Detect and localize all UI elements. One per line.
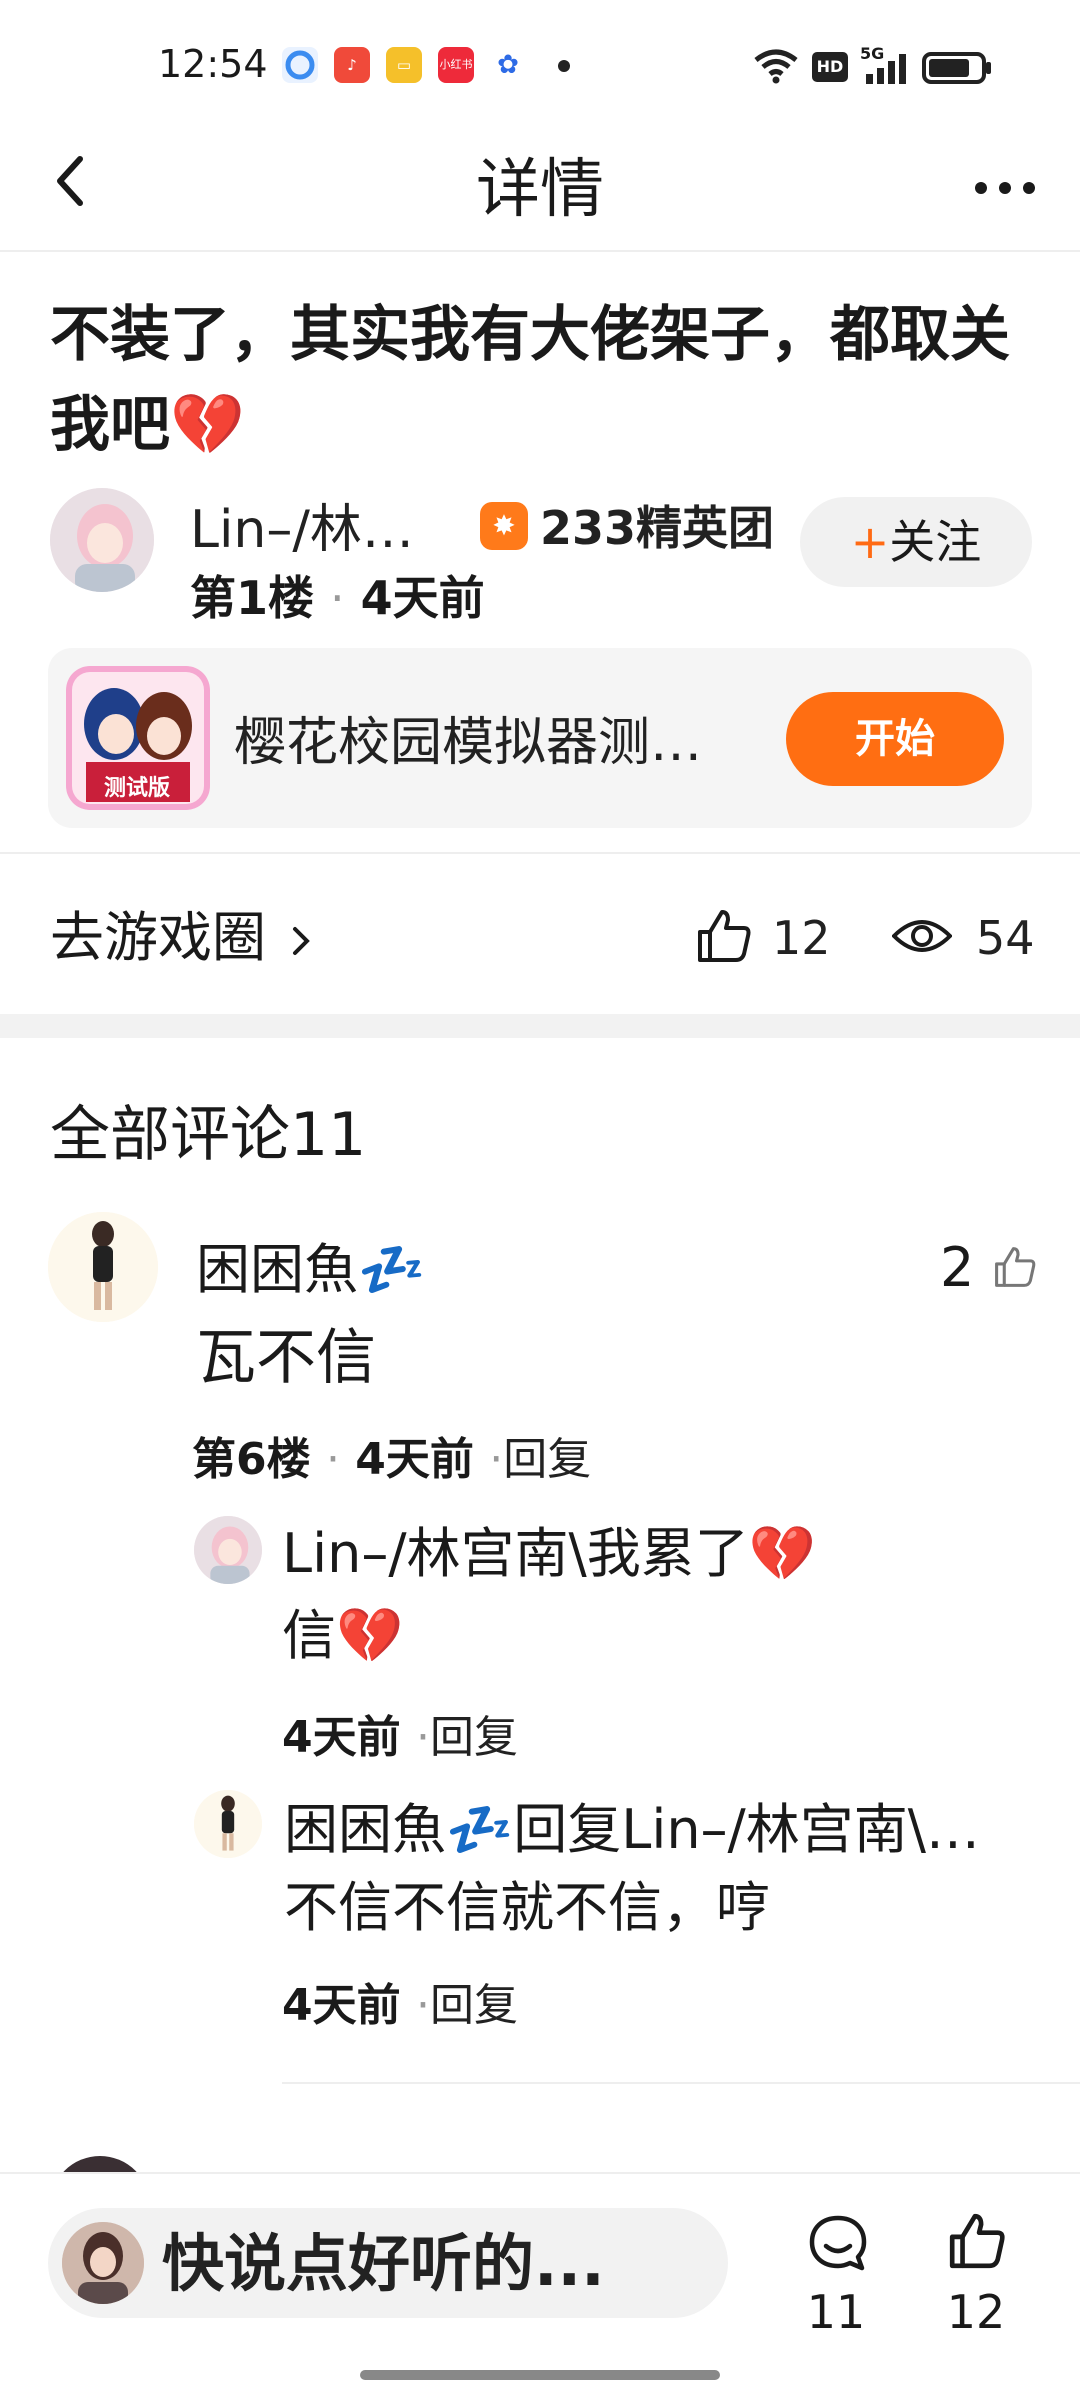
post-floor: 第1楼 — [190, 571, 315, 625]
comment-text: 瓦不信 — [196, 1323, 376, 1393]
more-icon — [975, 182, 1035, 194]
reply-meta: 4天前 ·回复 — [282, 1706, 518, 1770]
separator: · — [415, 1712, 430, 1763]
post-title: 不装了，其实我有大佬架子，都取关我吧💔 — [50, 300, 1010, 460]
status-time: 12:54 — [158, 42, 268, 86]
comment-bubble-icon[interactable] — [806, 2212, 870, 2276]
plus-icon: + — [850, 515, 890, 569]
separator: · — [489, 1434, 504, 1485]
post-meta: 第1楼 · 4天前 — [190, 566, 485, 630]
comment-floor: 第6楼 — [192, 1434, 311, 1485]
page-title: 详情 — [476, 153, 604, 227]
game-icon-label: 测试版 — [104, 776, 171, 801]
author-avatar[interactable] — [50, 488, 154, 592]
reply-time: 4天前 — [282, 1712, 401, 1763]
comment-author[interactable]: 困困魚💤 — [196, 1230, 425, 1310]
separator: · — [325, 1434, 340, 1485]
follow-button[interactable]: +关注 — [800, 497, 1032, 587]
comment-like-button[interactable]: 2 — [940, 1228, 1038, 1308]
badge-label: 233精英团 — [540, 501, 775, 555]
chevron-right-icon — [293, 927, 311, 956]
baidu-icon: ✿ — [490, 47, 526, 83]
reply-text-continued: 信💔 — [282, 1604, 404, 1667]
comment-meta: 第6楼 · 4天前 ·回复 — [192, 1428, 591, 1492]
post-time: 4天前 — [360, 571, 485, 625]
my-avatar — [62, 2222, 144, 2304]
hd-icon: HD — [812, 52, 848, 82]
go-game-circle-link[interactable]: 去游戏圈 — [50, 900, 313, 976]
signal-icon — [866, 54, 906, 84]
reply-link[interactable]: 回复 — [430, 1980, 518, 2031]
comment-like-count: 2 — [940, 1236, 975, 1299]
game-name[interactable]: 樱花校园模拟器测… — [234, 708, 702, 778]
view-count: 54 — [976, 911, 1035, 965]
reply-link[interactable]: 回复 — [430, 1712, 518, 1763]
avatar-image — [194, 1790, 262, 1858]
thumbs-up-icon[interactable] — [694, 906, 754, 966]
reply-link[interactable]: 回复 — [503, 1434, 591, 1485]
comments-title: 全部评论11 — [50, 1100, 367, 1170]
follow-label: 关注 — [889, 515, 982, 569]
reply-avatar[interactable] — [194, 1516, 262, 1584]
notes-icon: ▭ — [386, 47, 422, 83]
more-button[interactable] — [970, 152, 1040, 212]
battery-icon — [922, 52, 991, 84]
xiaohongshu-icon: 小红书 — [438, 47, 474, 83]
avatar-image — [50, 488, 154, 592]
game-icon: 测试版 — [66, 666, 210, 810]
reply-text: Lin–/林宫南\我累了💔 — [282, 1522, 816, 1585]
notification-dot — [558, 60, 570, 72]
badge-icon: ✸ — [480, 502, 528, 550]
home-indicator[interactable] — [360, 2370, 720, 2380]
separator: · — [415, 1980, 430, 2031]
avatar-image — [48, 1212, 158, 1322]
thumbs-up-icon — [994, 1247, 1035, 1287]
eye-icon — [892, 920, 952, 952]
reply-avatar[interactable] — [194, 1790, 262, 1858]
section-gap — [0, 1014, 1080, 1038]
comments-count: 11 — [806, 2285, 866, 2339]
go-game-circle-label: 去游戏圈 — [50, 906, 266, 969]
reply-time: 4天前 — [282, 1980, 401, 2031]
music-icon: ♪ — [334, 47, 370, 83]
commenter-avatar[interactable] — [48, 1212, 158, 1322]
likes-count: 12 — [946, 2285, 1006, 2339]
avatar-image — [194, 1516, 262, 1584]
wifi-icon — [754, 49, 798, 84]
reply-meta: 4天前 ·回复 — [282, 1974, 518, 2038]
reply-text: 困困魚💤回复Lin–/林宫南\… — [284, 1798, 980, 1861]
comment-time: 4天前 — [355, 1434, 474, 1485]
browser-icon — [282, 47, 318, 83]
avatar-image — [62, 2222, 144, 2304]
author-name[interactable]: Lin–/林… — [190, 495, 414, 565]
start-button[interactable]: 开始 — [786, 692, 1004, 786]
thumbs-up-icon[interactable] — [946, 2210, 1008, 2272]
comment-divider — [282, 2082, 1080, 2084]
like-count: 12 — [772, 911, 831, 965]
reply-text-continued: 不信不信就不信，哼 — [284, 1876, 770, 1939]
separator: · — [330, 571, 345, 625]
divider — [0, 852, 1080, 854]
comment-input-placeholder[interactable]: 快说点好听的... — [162, 2226, 605, 2302]
